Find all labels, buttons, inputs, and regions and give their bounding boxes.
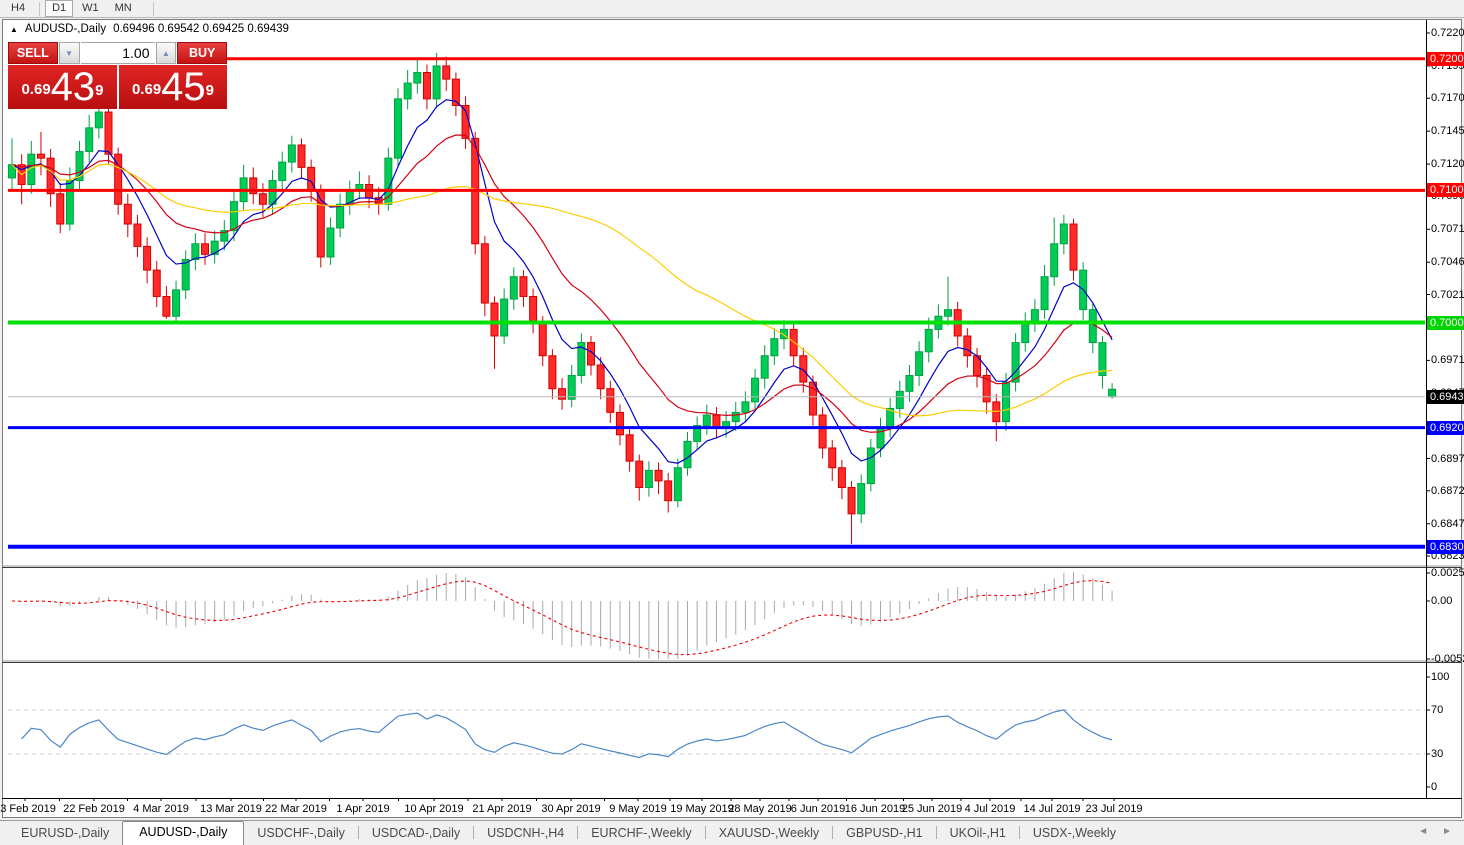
chart-symbol-title: AUDUSD-,Daily <box>25 23 106 35</box>
price-tick-label: 0.68970 <box>1431 453 1464 465</box>
price-tick-label: 0.70460 <box>1431 256 1464 268</box>
buy-price-prefix: 0.69 <box>132 75 161 105</box>
sell-price-sup: 9 <box>95 65 103 117</box>
date-label: 23 Jul 2019 <box>1086 803 1143 815</box>
one-click-collapse-icon[interactable]: ▲ <box>10 25 18 34</box>
macd-axis-label: -0.005234 <box>1431 653 1464 665</box>
symbol-tab-xauusd-weekly[interactable]: XAUUSD-,Weekly <box>706 823 832 845</box>
date-label: 30 Apr 2019 <box>541 803 600 815</box>
toolbar-separator <box>39 2 40 16</box>
price-badge-0.69204: 0.69204 <box>1427 421 1464 435</box>
price-tick-label: 0.70710 <box>1431 223 1464 235</box>
symbol-tab-bar: EURUSD-,DailyAUDUSD-,DailyUSDCHF-,DailyU… <box>0 820 1464 845</box>
price-tick-label: 0.71455 <box>1431 125 1464 137</box>
date-label: 9 May 2019 <box>609 803 666 815</box>
price-badge-0.69439: 0.69439 <box>1427 390 1464 404</box>
rsi-axis-label: 0 <box>1431 781 1437 793</box>
one-click-trade-panel: SELL ▼ ▲ BUY 0.69 43 9 0.69 45 9 <box>8 42 227 109</box>
price-tick-label: 0.72200 <box>1431 27 1464 39</box>
price-badge-0.71005: 0.71005 <box>1427 183 1464 197</box>
macd-axis-label: 0.00 <box>1431 595 1452 607</box>
symbol-tab-usdcad-daily[interactable]: USDCAD-,Daily <box>359 823 473 845</box>
date-label: 25 Jun 2019 <box>902 803 963 815</box>
chart-ohlc-values: 0.69496 0.69542 0.69425 0.69439 <box>113 23 289 35</box>
rsi-axis-label: 70 <box>1431 704 1443 716</box>
chevron-up-icon: ▲ <box>162 49 170 58</box>
tab-scroll-right-button[interactable]: ► <box>1442 826 1452 837</box>
price-tick-label: 0.71705 <box>1431 92 1464 104</box>
rsi-axis-label: 30 <box>1431 748 1443 760</box>
toolbar-separator <box>153 2 154 16</box>
date-label: 13 Mar 2019 <box>200 803 262 815</box>
sell-price-prefix: 0.69 <box>21 75 50 105</box>
timeframe-button-D1[interactable]: D1 <box>45 0 73 17</box>
date-label: 14 Jul 2019 <box>1024 803 1081 815</box>
volume-increase-button[interactable]: ▲ <box>156 42 177 64</box>
tab-scroll-left-button[interactable]: ◄ <box>1418 826 1428 837</box>
price-tick-label: 0.68475 <box>1431 518 1464 530</box>
volume-decrease-button[interactable]: ▼ <box>59 42 80 64</box>
price-badge-0.68300: 0.68300 <box>1427 540 1464 554</box>
price-tick-label: 0.70215 <box>1431 289 1464 301</box>
date-label: 22 Feb 2019 <box>63 803 125 815</box>
timeframe-toolbar: H4 D1W1MN <box>0 0 1464 18</box>
date-label: 13 Feb 2019 <box>0 803 56 815</box>
price-badge-0.72005: 0.72005 <box>1427 52 1464 66</box>
date-label: 4 Jul 2019 <box>965 803 1016 815</box>
price-badge-0.70002: 0.70002 <box>1427 316 1464 330</box>
price-tick-label: 0.71205 <box>1431 158 1464 170</box>
buy-price-tile[interactable]: 0.69 45 9 <box>119 65 227 109</box>
symbol-tab-ukoil-h1[interactable]: UKOil-,H1 <box>937 823 1019 845</box>
sell-price-tile[interactable]: 0.69 43 9 <box>8 65 117 109</box>
sell-button[interactable]: SELL <box>8 42 58 64</box>
date-label: 16 Jun 2019 <box>845 803 906 815</box>
symbol-tab-eurchf-weekly[interactable]: EURCHF-,Weekly <box>578 823 704 845</box>
date-label: 19 May 2019 <box>670 803 734 815</box>
timeframe-button-W1[interactable]: W1 <box>75 0 106 17</box>
symbol-tab-eurusd-daily[interactable]: EURUSD-,Daily <box>8 823 122 845</box>
date-label: 10 Apr 2019 <box>404 803 463 815</box>
macd-axis-label: 0.002522 <box>1431 567 1464 579</box>
timeframe-button-MN[interactable]: MN <box>108 0 139 17</box>
rsi-axis-label: 100 <box>1431 671 1449 683</box>
symbol-tab-gbpusd-h1[interactable]: GBPUSD-,H1 <box>833 823 935 845</box>
symbol-tab-usdchf-daily[interactable]: USDCHF-,Daily <box>244 823 358 845</box>
date-label: 28 May 2019 <box>728 803 792 815</box>
symbol-tab-usdcnh-h4[interactable]: USDCNH-,H4 <box>474 823 577 845</box>
price-tick-label: 0.68725 <box>1431 485 1464 497</box>
date-label: 21 Apr 2019 <box>472 803 531 815</box>
price-tick-label: 0.69715 <box>1431 354 1464 366</box>
date-label: 22 Mar 2019 <box>265 803 327 815</box>
volume-input[interactable] <box>81 42 155 64</box>
symbol-tab-audusd-daily[interactable]: AUDUSD-,Daily <box>122 821 244 845</box>
buy-button[interactable]: BUY <box>177 42 227 64</box>
buy-price-sup: 9 <box>206 65 214 117</box>
date-label: 1 Apr 2019 <box>336 803 389 815</box>
buy-price-big: 45 <box>161 69 206 105</box>
chevron-down-icon: ▼ <box>65 49 73 58</box>
timeframe-button-H4[interactable]: H4 <box>4 0 32 17</box>
date-label: 6 Jun 2019 <box>791 803 845 815</box>
date-label: 4 Mar 2019 <box>133 803 189 815</box>
chart-plot-area[interactable] <box>8 22 1424 798</box>
sell-price-big: 43 <box>51 69 96 105</box>
symbol-tab-usdx-weekly[interactable]: USDX-,Weekly <box>1020 823 1129 845</box>
